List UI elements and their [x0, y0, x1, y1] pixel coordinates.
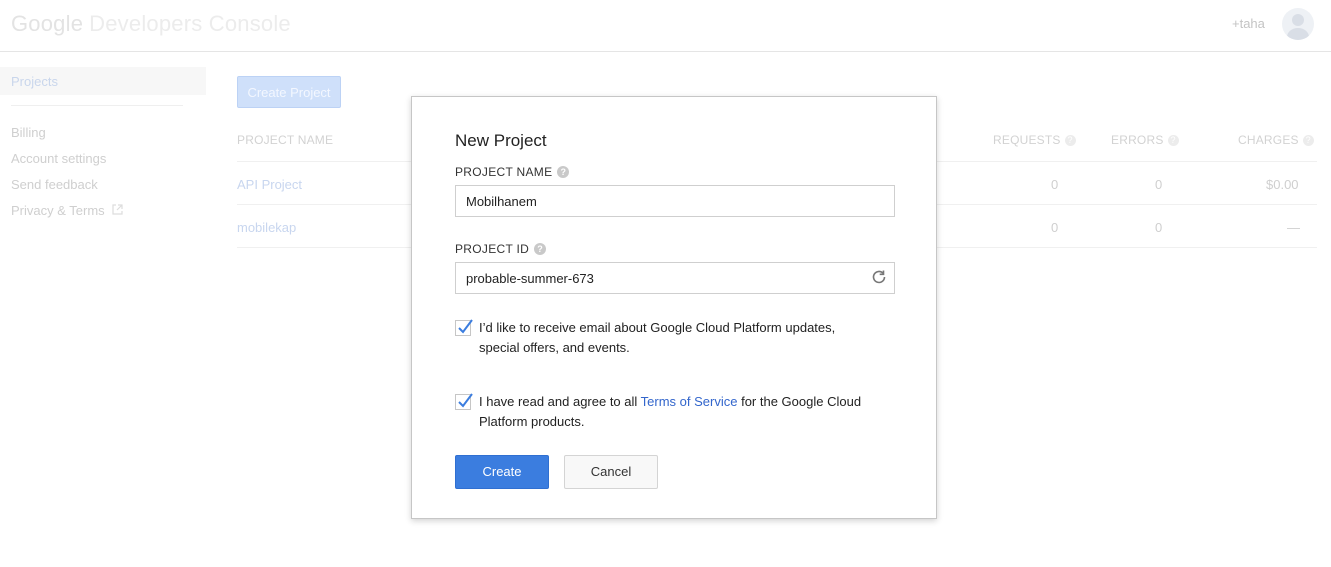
avatar[interactable]: [1282, 8, 1314, 40]
errors-value: 0: [1155, 177, 1163, 192]
sidebar-item-projects[interactable]: Projects: [0, 67, 206, 95]
sidebar-divider: [11, 105, 183, 106]
column-header-label: ERRORS: [1111, 133, 1164, 147]
help-icon[interactable]: ?: [557, 166, 570, 178]
avatar-body-icon: [1287, 28, 1309, 40]
refresh-icon[interactable]: [870, 268, 888, 286]
avatar-head-icon: [1292, 14, 1304, 26]
errors-value: 0: [1155, 220, 1163, 235]
terms-prefix: I have read and agree to all: [479, 394, 641, 409]
sidebar-item-label: Privacy & Terms: [11, 203, 105, 218]
sidebar-item-label: Projects: [11, 74, 58, 89]
charges-value: —: [1287, 220, 1300, 235]
column-header-charges[interactable]: CHARGES?: [1238, 133, 1314, 147]
external-link-icon: [112, 204, 123, 215]
project-name-link[interactable]: API Project: [237, 177, 302, 192]
column-header-project-name[interactable]: PROJECT NAME: [237, 133, 333, 147]
logo-google-text: Google: [11, 11, 84, 36]
column-header-label: CHARGES: [1238, 133, 1299, 147]
sidebar-item-privacy-terms[interactable]: Privacy & Terms: [11, 203, 123, 218]
checkmark-icon: [458, 393, 473, 408]
column-header-requests[interactable]: REQUESTS?: [993, 133, 1076, 147]
project-name-label-text: PROJECT NAME: [455, 165, 553, 179]
user-name-link[interactable]: +taha: [1232, 16, 1265, 31]
top-header: Google Developers Console +taha: [0, 0, 1331, 52]
help-icon[interactable]: ?: [534, 243, 547, 255]
create-project-button[interactable]: Create Project: [237, 76, 341, 108]
project-id-label: PROJECT ID?: [455, 242, 547, 256]
create-button[interactable]: Create: [455, 455, 549, 489]
project-name-input[interactable]: [455, 185, 895, 217]
cancel-button[interactable]: Cancel: [564, 455, 658, 489]
console-logo[interactable]: Google Developers Console: [11, 11, 291, 37]
email-updates-text: I’d like to receive email about Google C…: [479, 320, 836, 355]
terms-text: I have read and agree to all Terms of Se…: [479, 392, 879, 432]
sidebar-item-account-settings[interactable]: Account settings: [11, 151, 106, 166]
requests-value: 0: [1051, 177, 1059, 192]
checkmark-icon: [458, 319, 473, 334]
column-header-errors[interactable]: ERRORS?: [1111, 133, 1179, 147]
help-icon[interactable]: ?: [1167, 135, 1179, 146]
terms-checkbox[interactable]: [455, 393, 473, 410]
dialog-title: New Project: [455, 131, 547, 150]
new-project-dialog: New Project PROJECT NAME? PROJECT ID? I’…: [411, 96, 937, 519]
sidebar-item-send-feedback[interactable]: Send feedback: [11, 177, 98, 192]
project-name-label: PROJECT NAME?: [455, 165, 570, 179]
requests-value: 0: [1051, 220, 1059, 235]
terms-of-service-link[interactable]: Terms of Service: [641, 394, 738, 409]
help-icon[interactable]: ?: [1064, 135, 1076, 146]
column-header-label: REQUESTS: [993, 133, 1061, 147]
logo-product-text: Developers Console: [89, 11, 291, 36]
sidebar-item-billing[interactable]: Billing: [11, 125, 46, 140]
project-id-label-text: PROJECT ID: [455, 242, 530, 256]
project-name-link[interactable]: mobilekap: [237, 220, 296, 235]
email-updates-checkbox[interactable]: [455, 319, 473, 336]
charges-value: $0.00: [1266, 177, 1299, 192]
help-icon[interactable]: ?: [1302, 135, 1314, 146]
project-id-input[interactable]: [455, 262, 895, 294]
